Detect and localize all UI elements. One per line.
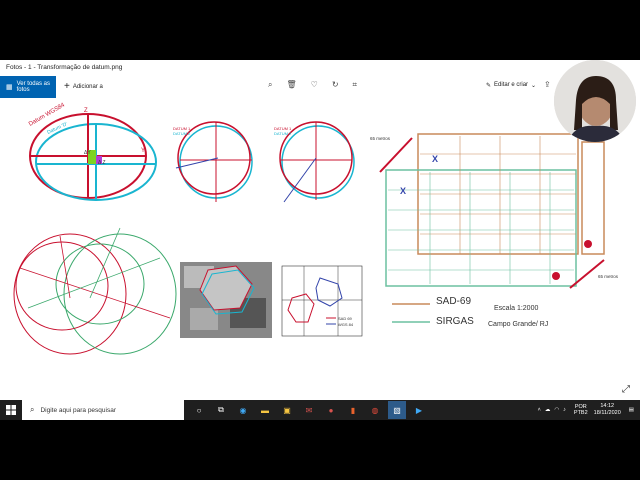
aerial-photo [180, 262, 272, 338]
system-tray: ˄ ☁ ◠ ♪ POR PTB2 14:12 18/11/2020 ▤ [538, 400, 640, 420]
image-canvas: Datum WGS84 Datum 'D' Z Y ΔY Δ Z DATUM 1… [0, 98, 640, 400]
share-icon: ⇪ [544, 80, 551, 89]
share-button[interactable]: ⇪ [544, 80, 551, 89]
map-legend-sirgas: SIRGAS [436, 316, 474, 327]
photos-toolbar: ▦ Ver todas as fotos + Adicionar a ⌕ 🗑 ♡… [0, 76, 640, 99]
media-app-icon[interactable]: ▶ [410, 401, 428, 419]
photos-app-icon[interactable]: ▧ [388, 401, 406, 419]
delete-icon[interactable]: 🗑 [286, 80, 296, 90]
zoom-icon[interactable]: ⌕ [268, 80, 272, 90]
meters-right: 65 metros [598, 274, 619, 279]
edit-create-label: Editar e criar [494, 82, 529, 88]
start-button[interactable] [0, 400, 22, 420]
webcam-overlay [554, 60, 636, 142]
y-label: Y [141, 148, 145, 154]
windows-icon [6, 405, 16, 415]
add-to-label: Adicionar a [72, 84, 103, 90]
legend-sad-small: SAD 69 [338, 316, 353, 321]
grid-polygons: SAD 69 WGS 84 [281, 265, 363, 337]
chrome-icon[interactable]: ◍ [366, 401, 384, 419]
rotate-icon[interactable]: ↻ [332, 80, 339, 90]
clock-date: 18/11/2020 [593, 410, 621, 416]
lang-line2: PTB2 [573, 410, 588, 416]
edit-create-button[interactable]: ✎ Editar e criar ⌄ [486, 82, 536, 89]
store-icon[interactable]: ▣ [278, 401, 296, 419]
svg-text:X: X [432, 154, 438, 164]
search-icon: ⌕ [30, 405, 35, 414]
city-map: 65 metros 65 metros X X [370, 133, 619, 289]
ellipse-figure: Datum WGS84 Datum 'D' Z Y ΔY Δ Z [28, 102, 157, 201]
datum2-label: DATUM 2 [173, 131, 191, 136]
place-label: Campo Grande/ RJ [488, 321, 548, 328]
delta-y-label: ΔY [84, 150, 91, 156]
map-legend-sad: SAD-69 [436, 296, 471, 307]
edge-icon[interactable]: ◉ [234, 401, 252, 419]
window-title: Fotos - 1 - Transformação de datum.png [0, 60, 640, 76]
chevron-down-icon: ⌄ [531, 83, 537, 89]
datum2-label-2: DATUM 2 [274, 131, 292, 136]
edit-icon: ✎ [486, 83, 492, 89]
taskbar-apps: ○ ⧉ ◉ ▬ ▣ ✉ ● ▮ ◍ ▧ ▶ [190, 401, 428, 419]
file-explorer-icon[interactable]: ▬ [256, 401, 274, 419]
search-placeholder: Digite aqui para pesquisar [40, 406, 117, 414]
overlap-circles [13, 227, 177, 355]
taskbar: ⌕ Digite aqui para pesquisar ○ ⧉ ◉ ▬ ▣ ✉… [0, 400, 640, 420]
delta-z-label: Δ Z [98, 160, 106, 166]
datum-circle-1: DATUM 1 DATUM 2 [173, 121, 253, 202]
letterbox-bottom [0, 420, 640, 480]
add-to-button[interactable]: + Adicionar a [64, 82, 103, 92]
see-all-label: Ver todas as fotos [16, 81, 50, 93]
z-label: Z [84, 108, 88, 114]
photos-window: Fotos - 1 - Transformação de datum.png ▦… [0, 60, 640, 400]
see-all-photos-button[interactable]: ▦ Ver todas as fotos [0, 76, 56, 98]
map-legend: SAD-69 SIRGAS Escala 1:2000 Campo Grande… [392, 296, 548, 328]
task-view-icon[interactable]: ⧉ [212, 401, 230, 419]
crop-icon[interactable]: ⌗ [353, 80, 358, 90]
language-indicator[interactable]: POR PTB2 [574, 404, 588, 416]
favorite-icon[interactable]: ♡ [311, 80, 318, 90]
svg-text:X: X [400, 186, 406, 196]
photos-icon: ▦ [6, 84, 13, 91]
datum-diagram: Datum WGS84 Datum 'D' Z Y ΔY Δ Z DATUM 1… [13, 102, 619, 355]
meters-left: 65 metros [370, 136, 391, 141]
notification-icon[interactable]: ▤ [629, 407, 634, 413]
clock-time: 14:12 [600, 403, 615, 409]
tray-up-icon[interactable]: ˄ [538, 407, 541, 413]
legend-wgs-small: WGS 84 [338, 322, 354, 327]
datum-circle-2: DATUM 1 DATUM 2 [274, 121, 355, 203]
office-icon[interactable]: ▮ [344, 401, 362, 419]
volume-icon[interactable]: ♪ [563, 407, 566, 413]
cortana-icon[interactable]: ○ [190, 401, 208, 419]
scale-label: Escala 1:2000 [494, 305, 538, 312]
clock[interactable]: 14:12 18/11/2020 [594, 403, 621, 417]
image-tools: ⌕ 🗑 ♡ ↻ ⌗ [268, 80, 357, 90]
record-icon[interactable]: ● [322, 401, 340, 419]
mail-icon[interactable]: ✉ [300, 401, 318, 419]
taskbar-search[interactable]: ⌕ Digite aqui para pesquisar [22, 400, 184, 420]
wifi-icon[interactable]: ◠ [554, 407, 559, 413]
cloud-icon[interactable]: ☁ [545, 407, 551, 413]
expand-icon[interactable]: ⤢ [622, 384, 630, 395]
plus-icon: + [64, 81, 70, 92]
